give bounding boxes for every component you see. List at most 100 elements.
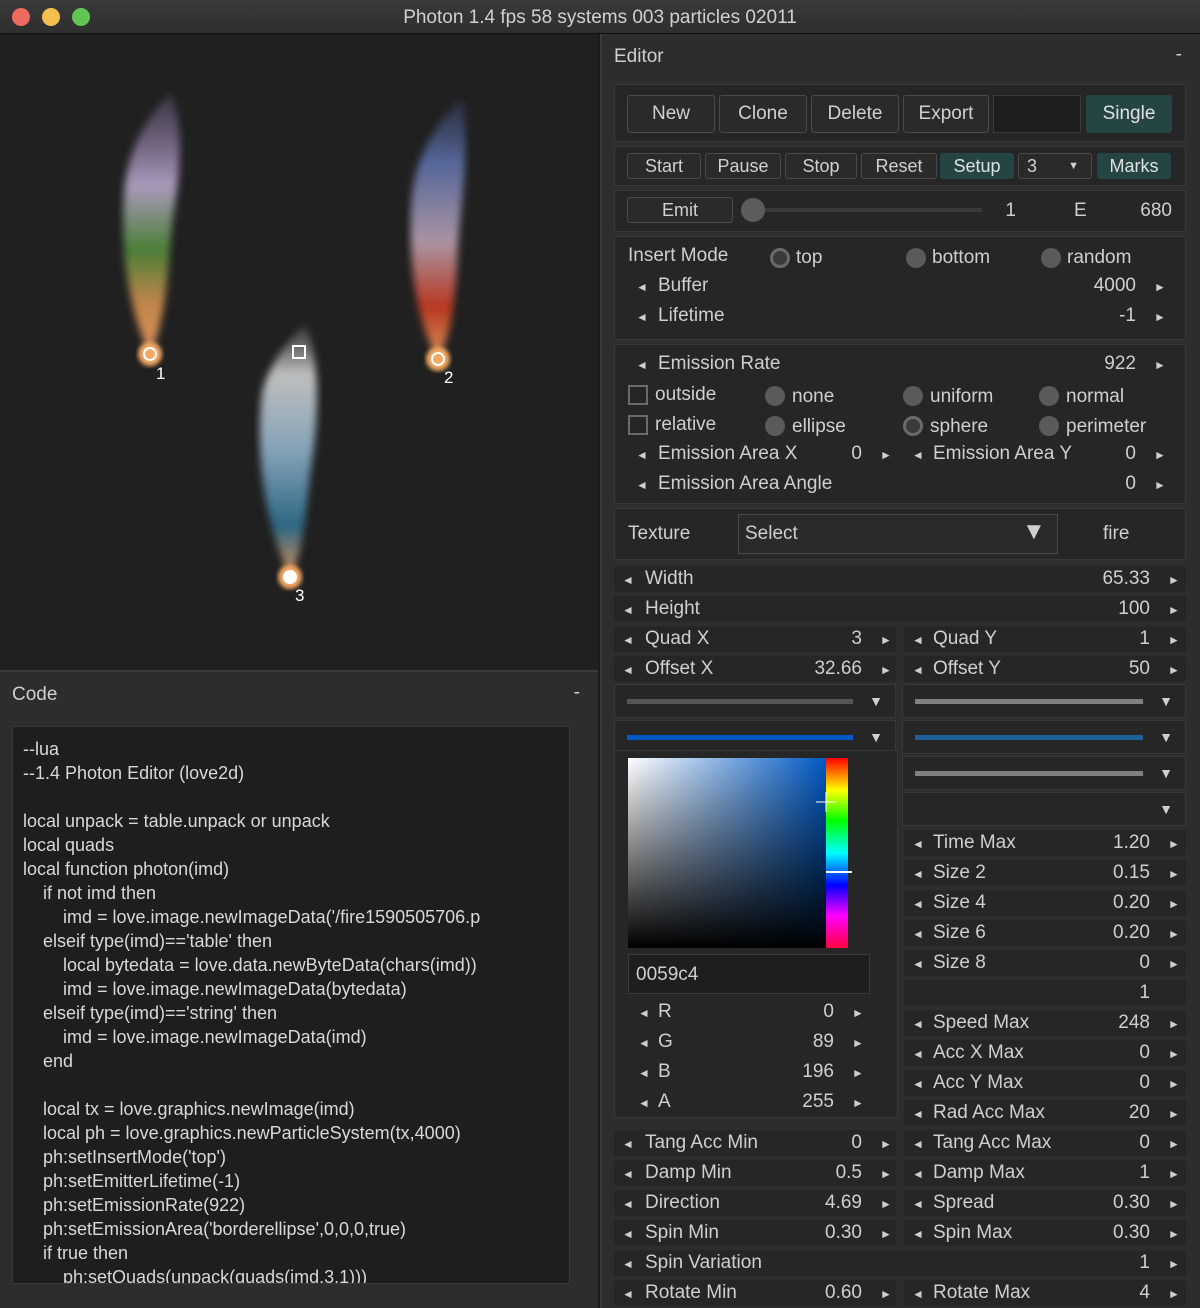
emission-rate-decrease-icon[interactable]: ◄	[636, 358, 648, 372]
r-increase-icon[interactable]: ►	[852, 1006, 864, 1020]
quad-y-decrease-icon[interactable]: ◄	[912, 633, 924, 647]
code-panel-minimize-button[interactable]: -	[574, 682, 580, 704]
rad-acc-max-decrease-icon[interactable]: ◄	[912, 1107, 924, 1121]
marks-toggle[interactable]: Marks	[1097, 153, 1171, 179]
size-6-increase-icon[interactable]: ►	[1168, 927, 1180, 941]
system-name-field[interactable]	[993, 95, 1081, 133]
emission-rate-increase-icon[interactable]: ►	[1154, 358, 1166, 372]
emit-button[interactable]: Emit	[627, 197, 733, 223]
speed-max-increase-icon[interactable]: ►	[1168, 1017, 1180, 1031]
size-2-increase-icon[interactable]: ►	[1168, 867, 1180, 881]
color-dropdown-3[interactable]: ▼	[902, 756, 1186, 790]
time-max-decrease-icon[interactable]: ◄	[912, 837, 924, 851]
area-uniform-radio[interactable]	[903, 386, 923, 406]
quad-y-increase-icon[interactable]: ►	[1168, 633, 1180, 647]
area-perimeter-radio[interactable]	[1039, 416, 1059, 436]
setup-toggle[interactable]: Setup	[940, 153, 1014, 179]
editor-panel-minimize-button[interactable]: -	[1176, 44, 1182, 66]
area-ellipse-radio[interactable]	[765, 416, 785, 436]
buffer-decrease-icon[interactable]: ◄	[636, 280, 648, 294]
r-decrease-icon[interactable]: ◄	[638, 1006, 650, 1020]
b-increase-icon[interactable]: ►	[852, 1066, 864, 1080]
spin-max-increase-icon[interactable]: ►	[1168, 1227, 1180, 1241]
acc-y-max-increase-icon[interactable]: ►	[1168, 1077, 1180, 1091]
insert-random-radio[interactable]	[1041, 248, 1061, 268]
spin-max-decrease-icon[interactable]: ◄	[912, 1227, 924, 1241]
size-6-decrease-icon[interactable]: ◄	[912, 927, 924, 941]
outside-checkbox[interactable]	[628, 385, 648, 405]
spin-variation-decrease-icon[interactable]: ◄	[622, 1257, 634, 1271]
area-sphere-radio[interactable]	[903, 416, 923, 436]
buffer-increase-icon[interactable]: ►	[1154, 280, 1166, 294]
emit-slider-track[interactable]	[752, 208, 982, 212]
offset-y-decrease-icon[interactable]: ◄	[912, 663, 924, 677]
height-decrease-icon[interactable]: ◄	[622, 603, 634, 617]
emitter-handle-3[interactable]	[283, 570, 297, 584]
lifetime-decrease-icon[interactable]: ◄	[636, 310, 648, 324]
size-4-increase-icon[interactable]: ►	[1168, 897, 1180, 911]
damp-min-decrease-icon[interactable]: ◄	[622, 1167, 634, 1181]
color-picker-saturation-value[interactable]	[628, 758, 826, 948]
offset-y-increase-icon[interactable]: ►	[1168, 663, 1180, 677]
area-normal-radio[interactable]	[1039, 386, 1059, 406]
width-decrease-icon[interactable]: ◄	[622, 573, 634, 587]
g-decrease-icon[interactable]: ◄	[638, 1036, 650, 1050]
spread-decrease-icon[interactable]: ◄	[912, 1197, 924, 1211]
relative-checkbox[interactable]	[628, 415, 648, 435]
delete-button[interactable]: Delete	[811, 95, 899, 133]
lifetime-increase-icon[interactable]: ►	[1154, 310, 1166, 324]
offset-x-decrease-icon[interactable]: ◄	[622, 663, 634, 677]
size-8-increase-icon[interactable]: ►	[1168, 957, 1180, 971]
emission-area-y-decrease-icon[interactable]: ◄	[912, 448, 924, 462]
height-increase-icon[interactable]: ►	[1168, 603, 1180, 617]
emission-area-angle-increase-icon[interactable]: ►	[1154, 478, 1166, 492]
insert-bottom-radio[interactable]	[906, 248, 926, 268]
width-increase-icon[interactable]: ►	[1168, 573, 1180, 587]
color-dropdown-4[interactable]: ▼	[902, 792, 1186, 826]
acc-x-max-increase-icon[interactable]: ►	[1168, 1047, 1180, 1061]
gradient-dropdown-1[interactable]: ▼	[614, 684, 896, 718]
tang-acc-min-increase-icon[interactable]: ►	[880, 1137, 892, 1151]
stop-button[interactable]: Stop	[785, 153, 857, 179]
emission-area-x-decrease-icon[interactable]: ◄	[636, 448, 648, 462]
g-increase-icon[interactable]: ►	[852, 1036, 864, 1050]
emission-area-angle-decrease-icon[interactable]: ◄	[636, 478, 648, 492]
a-decrease-icon[interactable]: ◄	[638, 1096, 650, 1110]
area-none-radio[interactable]	[765, 386, 785, 406]
new-button[interactable]: New	[627, 95, 715, 133]
tang-acc-max-increase-icon[interactable]: ►	[1168, 1137, 1180, 1151]
damp-max-decrease-icon[interactable]: ◄	[912, 1167, 924, 1181]
offset-x-increase-icon[interactable]: ►	[880, 663, 892, 677]
b-decrease-icon[interactable]: ◄	[638, 1066, 650, 1080]
emission-area-y-increase-icon[interactable]: ►	[1154, 448, 1166, 462]
color-dropdown-active[interactable]: ▼	[614, 720, 896, 754]
direction-decrease-icon[interactable]: ◄	[622, 1197, 634, 1211]
size-4-decrease-icon[interactable]: ◄	[912, 897, 924, 911]
acc-y-max-decrease-icon[interactable]: ◄	[912, 1077, 924, 1091]
emit-slider-knob[interactable]	[741, 198, 765, 222]
emission-area-x-increase-icon[interactable]: ►	[880, 448, 892, 462]
clone-button[interactable]: Clone	[719, 95, 807, 133]
acc-x-max-decrease-icon[interactable]: ◄	[912, 1047, 924, 1061]
tang-acc-min-decrease-icon[interactable]: ◄	[622, 1137, 634, 1151]
rotate-max-decrease-icon[interactable]: ◄	[912, 1287, 924, 1301]
spin-min-increase-icon[interactable]: ►	[880, 1227, 892, 1241]
reset-button[interactable]: Reset	[861, 153, 937, 179]
rotate-min-increase-icon[interactable]: ►	[880, 1287, 892, 1301]
count-dropdown[interactable]: 3 ▼	[1018, 153, 1092, 179]
spread-increase-icon[interactable]: ►	[1168, 1197, 1180, 1211]
size-2-decrease-icon[interactable]: ◄	[912, 867, 924, 881]
damp-max-increase-icon[interactable]: ►	[1168, 1167, 1180, 1181]
tang-acc-max-decrease-icon[interactable]: ◄	[912, 1137, 924, 1151]
pause-button[interactable]: Pause	[705, 153, 781, 179]
rotate-max-increase-icon[interactable]: ►	[1168, 1287, 1180, 1301]
quad-x-increase-icon[interactable]: ►	[880, 633, 892, 647]
color-dropdown-2[interactable]: ▼	[902, 720, 1186, 754]
particle-viewport[interactable]: 1 2 3	[0, 34, 598, 670]
direction-increase-icon[interactable]: ►	[880, 1197, 892, 1211]
rotate-min-decrease-icon[interactable]: ◄	[622, 1287, 634, 1301]
single-toggle[interactable]: Single	[1086, 95, 1172, 133]
quad-x-decrease-icon[interactable]: ◄	[622, 633, 634, 647]
start-button[interactable]: Start	[627, 153, 701, 179]
time-max-increase-icon[interactable]: ►	[1168, 837, 1180, 851]
